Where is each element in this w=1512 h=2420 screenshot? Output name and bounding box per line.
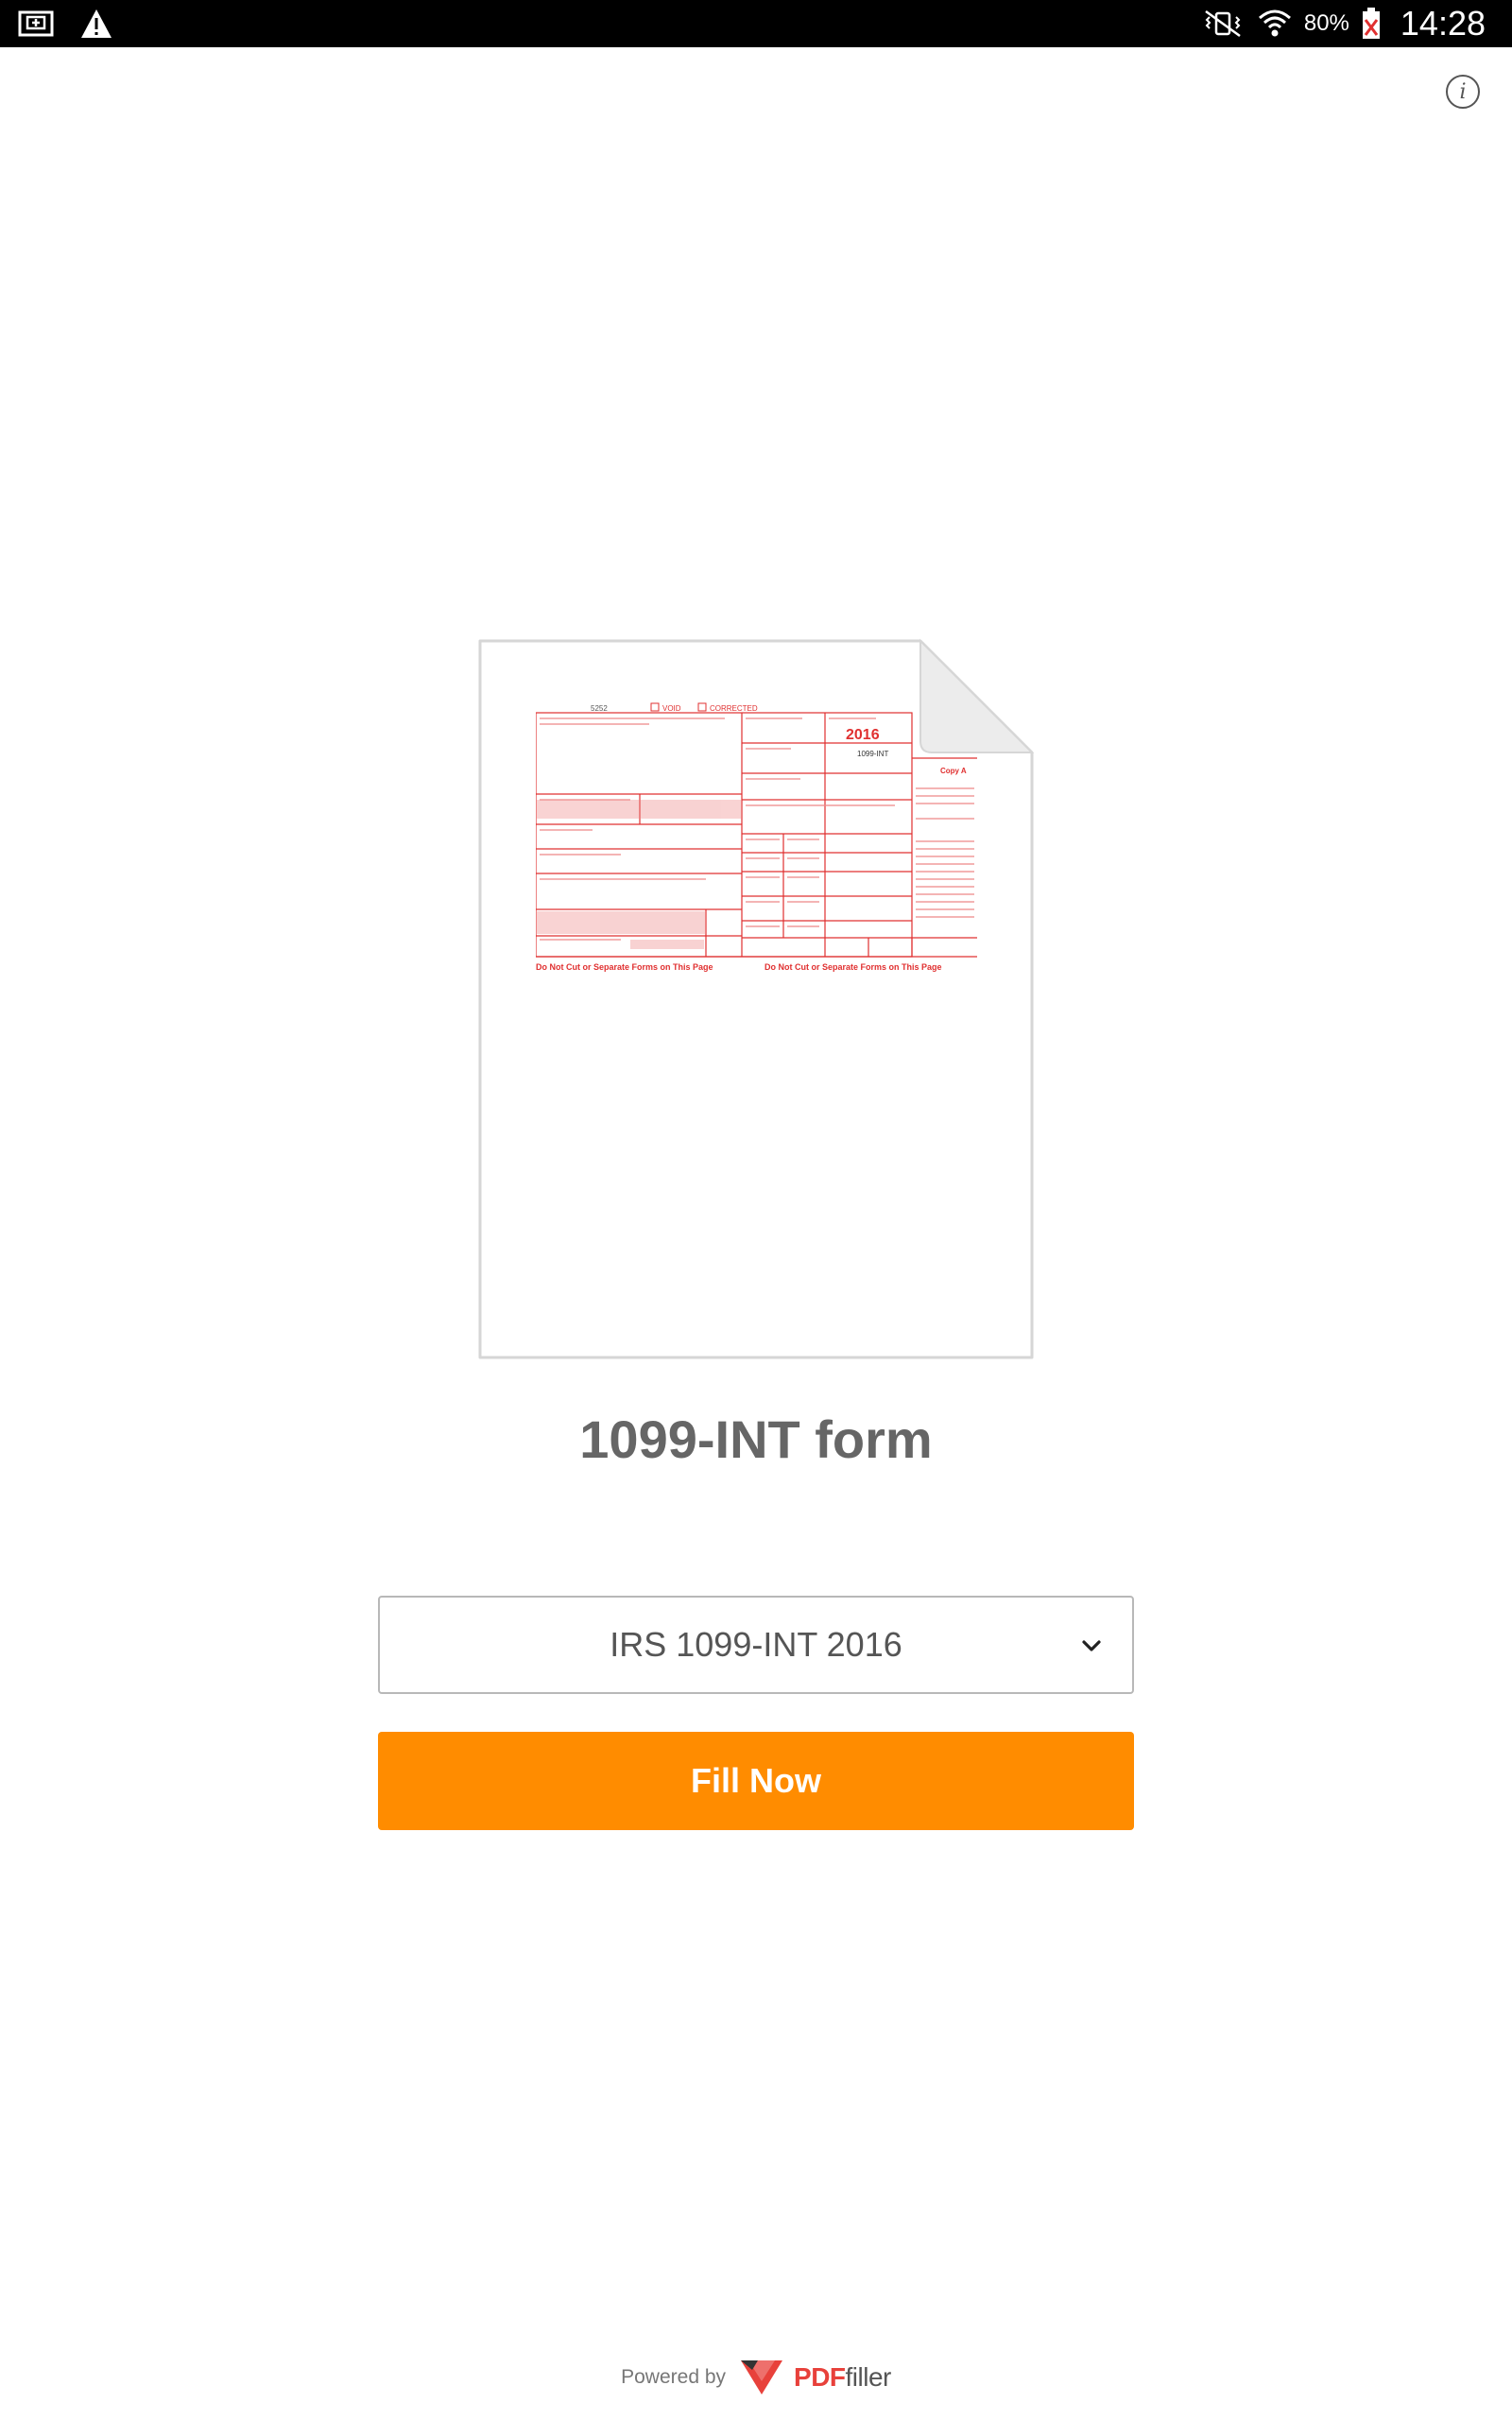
fill-now-button[interactable]: Fill Now <box>378 1732 1134 1830</box>
gallery-icon <box>18 10 54 37</box>
status-left <box>17 8 113 40</box>
powered-by-text: Powered by <box>621 2366 727 2388</box>
pdffiller-logo-icon <box>741 2360 783 2394</box>
clock: 14:28 <box>1400 4 1486 43</box>
form-code-mark: 1099-INT <box>857 750 888 758</box>
status-right: 80% 14:28 <box>1200 0 1486 47</box>
form-thumbnail: 5252 VOID CORRECTED 2016 1099-INT Copy A… <box>536 702 977 972</box>
battery-icon <box>1362 8 1380 39</box>
footer: Powered by PDFfiller <box>0 2354 1512 2401</box>
form-version-select[interactable]: IRS 1099-INT 2016 <box>378 1596 1134 1694</box>
warning-icon <box>81 9 112 38</box>
corrected-mark: CORRECTED <box>710 704 758 713</box>
form-number-mark: 5252 <box>591 704 608 713</box>
copy-mark: Copy A <box>940 767 967 775</box>
form-year-mark: 2016 <box>846 727 880 743</box>
brand-pdf: PDF <box>794 2362 846 2392</box>
void-mark: VOID <box>662 704 681 713</box>
info-icon[interactable]: i <box>1446 75 1480 109</box>
wifi-icon <box>1258 9 1291 37</box>
info-glyph: i <box>1459 79 1467 104</box>
select-value: IRS 1099-INT 2016 <box>610 1625 902 1664</box>
vibrate-icon <box>1205 9 1241 38</box>
battery-percent: 80% <box>1303 10 1349 36</box>
form-footer-mark: Do Not Cut or Separate Forms on This Pag… <box>536 962 713 972</box>
status-bar: 80% 14:28 <box>0 0 1512 47</box>
brand-filler: filler <box>845 2362 892 2392</box>
form-footer-mark-2: Do Not Cut or Separate Forms on This Pag… <box>765 962 942 972</box>
page-title: 1099-INT form <box>579 1409 933 1469</box>
pdffiller-logo-text: PDFfiller <box>794 2362 891 2393</box>
chevron-down-icon <box>1082 1640 1101 1651</box>
